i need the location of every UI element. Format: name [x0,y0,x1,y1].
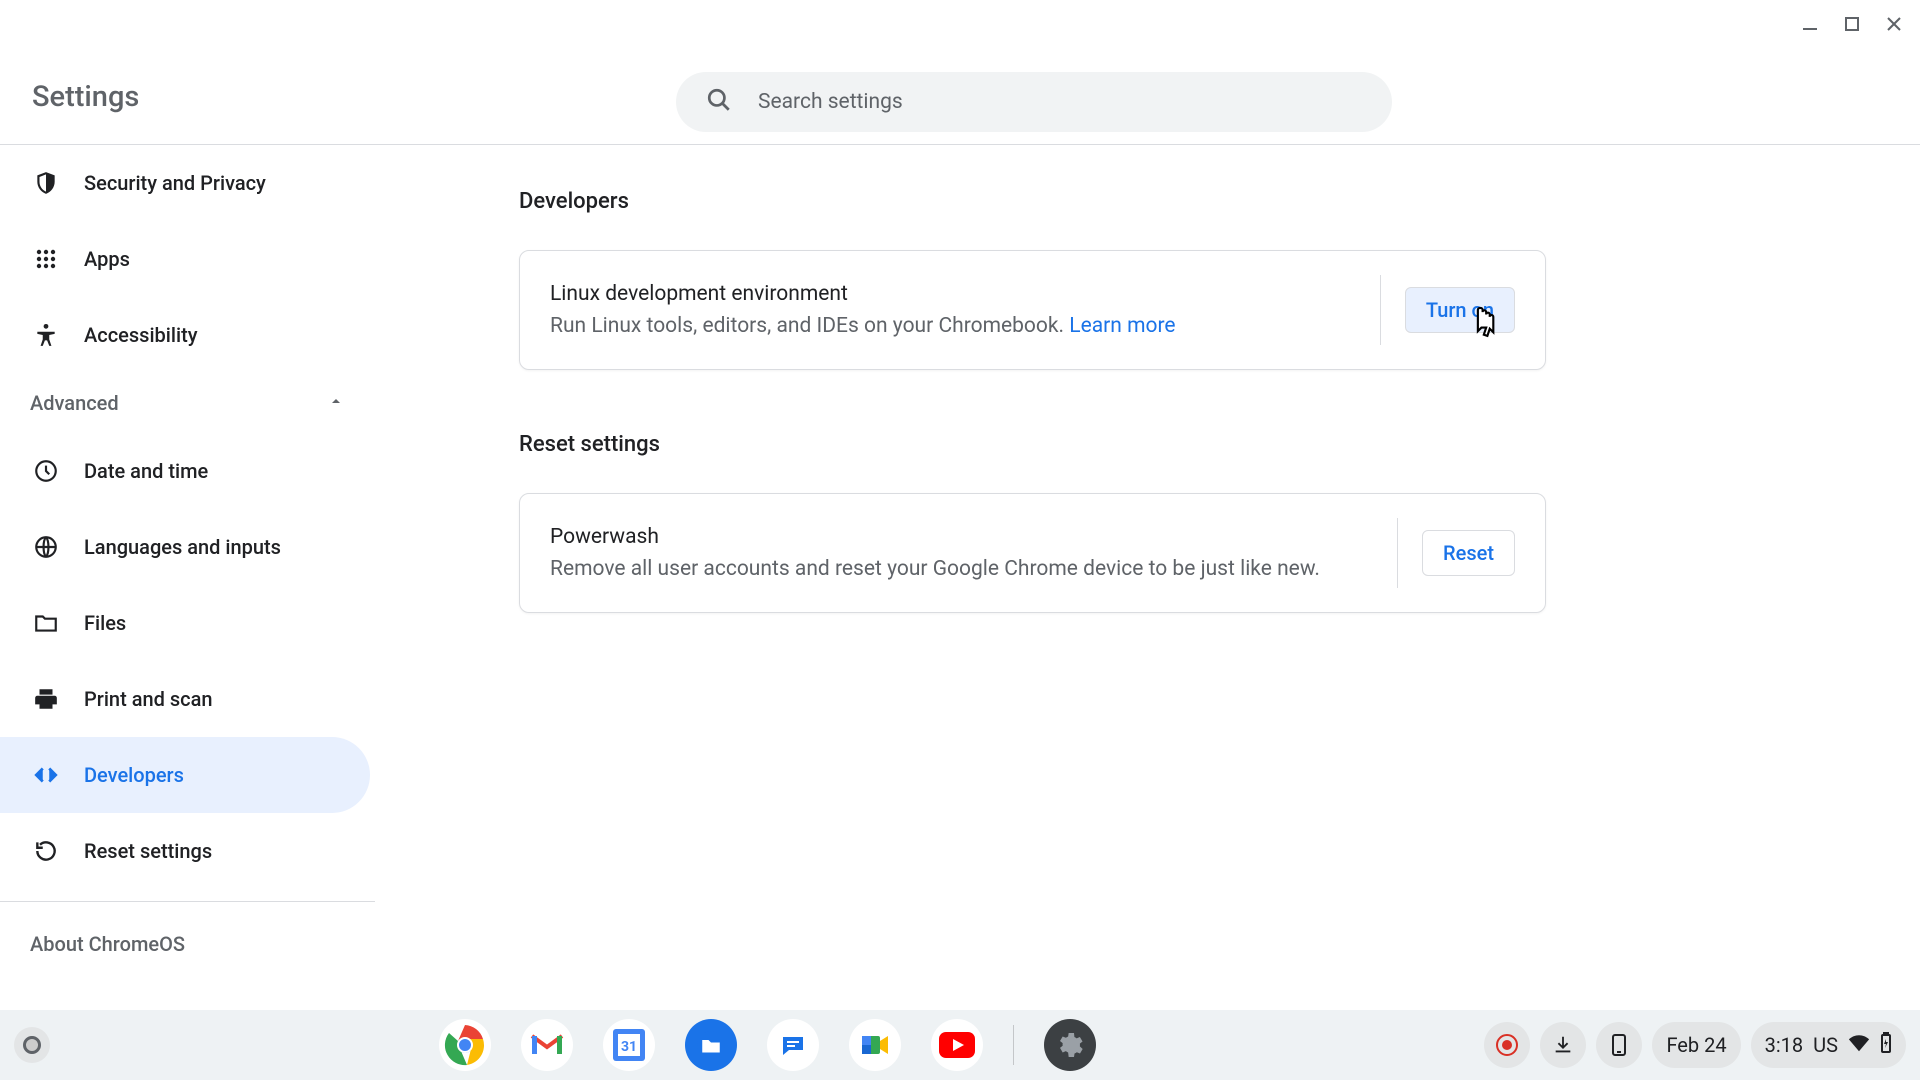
shelf-apps: 31 [439,1019,1096,1071]
advanced-label: Advanced [30,391,119,415]
sidebar-item-label: Accessibility [84,323,198,347]
shelf-separator [1013,1025,1014,1065]
reset-button[interactable]: Reset [1422,530,1515,576]
sidebar-item-developers[interactable]: Developers [0,737,370,813]
sidebar-item-print[interactable]: Print and scan [0,661,370,737]
sidebar-item-label: Languages and inputs [84,535,281,559]
app-gmail[interactable] [521,1019,573,1071]
battery-icon [1880,1032,1892,1058]
sidebar-item-label: Date and time [84,459,208,483]
time-text: 3:18 [1765,1033,1804,1057]
apps-icon [30,243,62,275]
card-description: Run Linux tools, editors, and IDEs on yo… [550,314,1176,338]
downloads-tray-icon[interactable] [1540,1022,1586,1068]
card-description: Remove all user accounts and reset your … [550,557,1320,581]
search-icon [706,87,732,117]
launcher-icon [23,1036,41,1054]
reset-icon [30,835,62,867]
taskbar: 31 Feb 24 3:18 US [0,1010,1920,1080]
sidebar-item-security[interactable]: Security and Privacy [0,145,370,221]
section-title-developers: Developers [519,189,1545,214]
section-title-reset: Reset settings [519,432,1545,457]
app-header: Settings [0,0,1920,145]
sidebar-item-label: Developers [84,763,184,787]
main-content: Developers Linux development environment… [375,145,1545,1010]
svg-text:31: 31 [621,1039,637,1055]
sidebar-item-accessibility[interactable]: Accessibility [0,297,370,373]
system-tray: Feb 24 3:18 US [1484,1022,1906,1068]
sidebar: Security and Privacy Apps Accessibility … [0,145,375,1010]
sidebar-advanced-toggle[interactable]: Advanced [0,373,362,433]
app-settings[interactable] [1044,1019,1096,1071]
app-messages[interactable] [767,1019,819,1071]
date-text: Feb 24 [1666,1033,1726,1057]
sidebar-item-label: Reset settings [84,839,212,863]
app-calendar[interactable]: 31 [603,1019,655,1071]
sidebar-item-reset[interactable]: Reset settings [0,813,370,889]
card-title: Powerwash [550,525,1320,549]
app-files[interactable] [685,1019,737,1071]
page-title: Settings [32,80,139,114]
sidebar-item-label: Apps [84,247,130,271]
globe-icon [30,531,62,563]
sidebar-item-datetime[interactable]: Date and time [0,433,370,509]
sidebar-item-label: Files [84,611,126,635]
code-icon [30,759,62,791]
chevron-up-icon [328,393,344,413]
powerwash-card: Powerwash Remove all user accounts and r… [519,493,1546,613]
app-youtube[interactable] [931,1019,983,1071]
accessibility-icon [30,319,62,351]
about-label: About ChromeOS [30,932,185,956]
linux-dev-card: Linux development environment Run Linux … [519,250,1546,370]
learn-more-link[interactable]: Learn more [1069,314,1175,338]
launcher-button[interactable] [14,1027,50,1063]
wifi-icon [1848,1034,1870,1056]
recording-indicator[interactable] [1484,1022,1530,1068]
sidebar-item-apps[interactable]: Apps [0,221,370,297]
turn-on-button[interactable]: Turn on [1405,287,1515,333]
card-desc-text: Run Linux tools, editors, and IDEs on yo… [550,314,1069,338]
search-container[interactable] [676,72,1392,132]
folder-icon [30,607,62,639]
search-input[interactable] [758,90,1258,114]
sidebar-item-files[interactable]: Files [0,585,370,661]
sidebar-item-label: Print and scan [84,687,213,711]
date-tray[interactable]: Feb 24 [1652,1022,1740,1068]
shield-icon [30,167,62,199]
status-tray[interactable]: 3:18 US [1751,1022,1906,1068]
app-meet[interactable] [849,1019,901,1071]
sidebar-item-about[interactable]: About ChromeOS [0,914,375,974]
locale-text: US [1813,1033,1838,1057]
printer-icon [30,683,62,715]
app-chrome[interactable] [439,1019,491,1071]
phone-hub-icon[interactable] [1596,1022,1642,1068]
sidebar-item-label: Security and Privacy [84,171,266,195]
clock-icon [30,455,62,487]
sidebar-divider [0,901,375,902]
card-title: Linux development environment [550,282,1176,306]
sidebar-item-languages[interactable]: Languages and inputs [0,509,370,585]
